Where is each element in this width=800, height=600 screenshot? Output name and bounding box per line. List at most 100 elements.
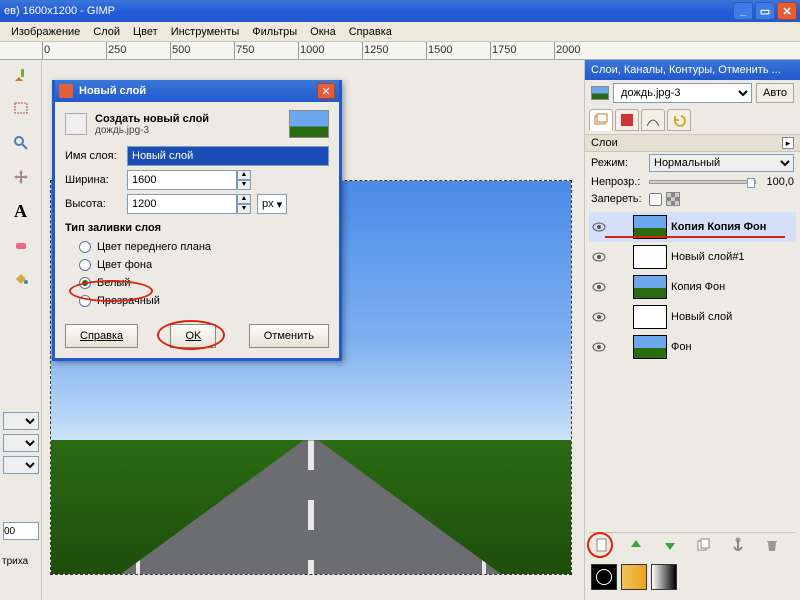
bucket-icon[interactable] — [10, 268, 32, 290]
swatch-pattern[interactable] — [621, 564, 647, 590]
layer-thumbnail — [633, 305, 667, 329]
annotation-circle-white — [69, 280, 153, 302]
layers-panel: Слои, Каналы, Контуры, Отменить ... дожд… — [584, 60, 800, 600]
layer-item[interactable]: Новый слой#1 — [589, 242, 796, 272]
annotation-underline — [605, 236, 785, 238]
layers-expand-button[interactable]: ▸ — [782, 137, 794, 149]
lock-alpha-icon[interactable] — [666, 192, 680, 206]
width-down[interactable]: ▼ — [237, 180, 251, 190]
height-down[interactable]: ▼ — [237, 204, 251, 214]
eraser-icon[interactable] — [10, 234, 32, 256]
layer-thumbnail — [633, 245, 667, 269]
width-label: Ширина: — [65, 174, 121, 186]
auto-button[interactable]: Авто — [756, 83, 794, 103]
layer-name-label: Копия Фон — [671, 281, 794, 293]
move-icon[interactable] — [10, 166, 32, 188]
panel-tabs — [585, 106, 800, 134]
dialog-titlebar[interactable]: Новый слой ✕ — [55, 80, 339, 102]
delete-layer-button[interactable] — [763, 536, 781, 554]
fill-fg-radio[interactable]: Цвет переднего плана — [65, 238, 329, 256]
visibility-eye-icon[interactable] — [591, 339, 607, 355]
dialog-title: Новый слой — [79, 85, 317, 97]
minimize-button[interactable]: _ — [733, 2, 753, 20]
layer-name-label: Новый слой — [671, 311, 794, 323]
lower-layer-button[interactable] — [661, 536, 679, 554]
anchor-layer-button[interactable] — [729, 536, 747, 554]
tab-paths[interactable] — [641, 109, 665, 131]
dialog-header: Создать новый слой — [95, 113, 209, 125]
menu-help[interactable]: Справка — [344, 24, 397, 40]
chevron-down-icon: ▾ — [277, 198, 283, 211]
visibility-eye-icon[interactable] — [591, 249, 607, 265]
maximize-button[interactable]: ▭ — [755, 2, 775, 20]
menu-tools[interactable]: Инструменты — [166, 24, 245, 40]
layer-item[interactable]: Фон — [589, 332, 796, 362]
main-window-titlebar: ев) 1600x1200 - GIMP _ ▭ ✕ — [0, 0, 800, 22]
height-label: Высота: — [65, 198, 121, 210]
layer-name-label: Фон — [671, 341, 794, 353]
horizontal-ruler: 025050075010001250150017502000 — [0, 42, 800, 60]
close-button[interactable]: ✕ — [777, 2, 797, 20]
lock-pixels-checkbox[interactable] — [649, 193, 662, 206]
menu-filters[interactable]: Фильтры — [247, 24, 302, 40]
toolbox-options — [0, 410, 42, 542]
dialog-preview-thumb — [289, 110, 329, 138]
toolbox-footer-label: триха — [2, 556, 28, 567]
width-input[interactable] — [127, 170, 237, 190]
tool-option-c[interactable] — [3, 456, 39, 474]
menu-windows[interactable]: Окна — [305, 24, 341, 40]
dialog-close-button[interactable]: ✕ — [317, 83, 335, 99]
layer-name-input[interactable] — [127, 146, 329, 166]
tool-option-a[interactable] — [3, 412, 39, 430]
rect-select-icon[interactable] — [10, 98, 32, 120]
height-input[interactable] — [127, 194, 237, 214]
menu-color[interactable]: Цвет — [128, 24, 163, 40]
layer-toolbar — [589, 532, 796, 556]
raise-layer-button[interactable] — [627, 536, 645, 554]
opacity-label: Непрозр.: — [591, 176, 645, 188]
layer-name-label: Копия Копия Фон — [671, 221, 794, 233]
layers-panel-title: Слои, Каналы, Контуры, Отменить ... — [585, 60, 800, 80]
visibility-eye-icon[interactable] — [591, 309, 607, 325]
unit-select[interactable]: px▾ — [257, 194, 287, 214]
layers-list: Копия Копия Фон Новый слой#1 Копия Фон Новы… — [585, 208, 800, 362]
color-swatches — [591, 564, 677, 590]
width-up[interactable]: ▲ — [237, 170, 251, 180]
mode-select[interactable]: Нормальный — [649, 154, 794, 172]
dialog-subheader: дождь.jpg-3 — [95, 125, 209, 136]
zoom-icon[interactable] — [10, 132, 32, 154]
swatch-fg[interactable] — [591, 564, 617, 590]
tab-layers[interactable] — [589, 109, 613, 131]
visibility-eye-icon[interactable] — [591, 279, 607, 295]
tool-spin[interactable] — [3, 522, 39, 540]
layers-thumbnail-icon — [591, 86, 609, 100]
paintbrush-icon[interactable] — [10, 64, 32, 86]
fill-section-label: Тип заливки слоя — [65, 222, 329, 234]
menu-image[interactable]: Изображение — [6, 24, 85, 40]
dialog-cancel-button[interactable]: Отменить — [249, 324, 329, 348]
image-select[interactable]: дождь.jpg-3 — [613, 83, 752, 103]
layer-thumbnail — [633, 275, 667, 299]
lock-label: Запереть: — [591, 193, 645, 205]
layer-item[interactable]: Новый слой — [589, 302, 796, 332]
text-icon[interactable]: A — [10, 200, 32, 222]
mode-label: Режим: — [591, 157, 645, 169]
duplicate-layer-button[interactable] — [695, 536, 713, 554]
height-up[interactable]: ▲ — [237, 194, 251, 204]
annotation-circle-newlayer — [587, 532, 613, 558]
tab-channels[interactable] — [615, 109, 639, 131]
layers-section-label: Слои — [591, 137, 618, 149]
gimp-mascot-icon — [59, 84, 73, 98]
layer-name-label: Новый слой#1 — [671, 251, 794, 263]
tool-option-b[interactable] — [3, 434, 39, 452]
swatch-gradient[interactable] — [651, 564, 677, 590]
visibility-eye-icon[interactable] — [591, 219, 607, 235]
menu-layer[interactable]: Слой — [88, 24, 125, 40]
opacity-slider[interactable] — [649, 180, 756, 184]
layer-item[interactable]: Копия Фон — [589, 272, 796, 302]
new-layer-icon — [65, 113, 87, 135]
fill-bg-radio[interactable]: Цвет фона — [65, 256, 329, 274]
tab-undo[interactable] — [667, 109, 691, 131]
dialog-help-button[interactable]: Справка — [65, 324, 138, 348]
menubar: Изображение Слой Цвет Инструменты Фильтр… — [0, 22, 800, 42]
